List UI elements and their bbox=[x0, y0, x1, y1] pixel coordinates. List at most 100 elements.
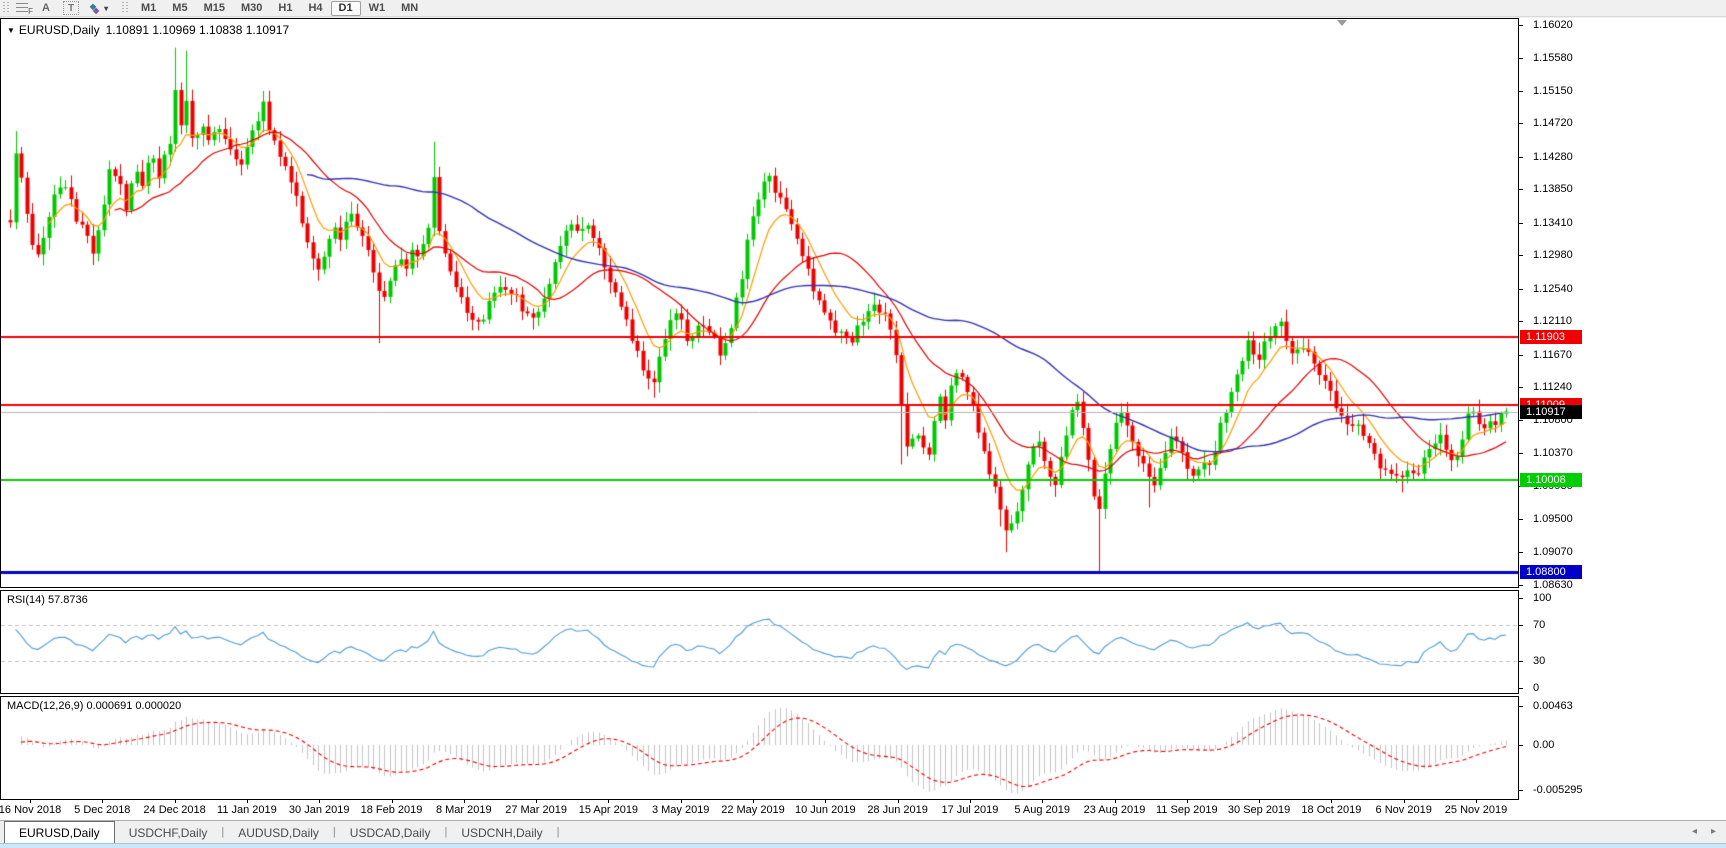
price-axis-label: 1.12110 bbox=[1533, 315, 1572, 327]
date-label: 16 Nov 2018 bbox=[0, 804, 61, 816]
date-label: 5 Aug 2019 bbox=[1014, 804, 1070, 816]
timeframe-button-m30[interactable]: M30 bbox=[233, 1, 270, 16]
tab-separator: | bbox=[557, 826, 560, 838]
date-axis-tick bbox=[608, 800, 609, 803]
tab-usdchf-daily[interactable]: USDCHF,Daily bbox=[115, 822, 222, 843]
price-axis-tick bbox=[1519, 355, 1523, 356]
price-axis-tick bbox=[1519, 519, 1523, 520]
price-axis-tick bbox=[1519, 387, 1523, 388]
date-label: 27 Mar 2019 bbox=[505, 804, 567, 816]
text-label-icon[interactable]: A bbox=[34, 1, 58, 16]
macd-axis-label: 0.00 bbox=[1533, 739, 1554, 751]
macd-chart-canvas[interactable] bbox=[1, 697, 1518, 799]
date-axis-tick bbox=[175, 800, 176, 803]
price-axis-tick bbox=[1519, 420, 1523, 421]
macd-axis-label: 0.00463 bbox=[1533, 700, 1573, 712]
toolbar-grip[interactable] bbox=[3, 2, 10, 14]
chart-symbol-period: EURUSD,Daily bbox=[19, 23, 100, 37]
price-axis-label: 1.13410 bbox=[1533, 217, 1573, 229]
date-label: 17 Jul 2019 bbox=[941, 804, 998, 816]
price-axis-label: 1.14280 bbox=[1533, 151, 1573, 163]
tab-audusd-daily[interactable]: AUDUSD,Daily bbox=[224, 822, 333, 843]
date-label: 15 Apr 2019 bbox=[579, 804, 638, 816]
timeframe-button-h4[interactable]: H4 bbox=[300, 1, 330, 16]
rsi-label: RSI(14) 57.8736 bbox=[7, 594, 88, 606]
chart-region: ▼ EURUSD,Daily 1.10891 1.10969 1.10838 1.1… bbox=[0, 18, 1726, 820]
date-axis-tick bbox=[1042, 800, 1043, 803]
price-axis-tick bbox=[1519, 223, 1523, 224]
date-label: 30 Jan 2019 bbox=[289, 804, 350, 816]
rsi-chart-canvas[interactable] bbox=[1, 591, 1518, 693]
date-axis-tick bbox=[30, 800, 31, 803]
macd-axis-tick bbox=[1519, 790, 1523, 791]
timeframe-button-h1[interactable]: H1 bbox=[270, 1, 300, 16]
price-axis-label: 1.10370 bbox=[1533, 447, 1573, 459]
tab-usdcad-daily[interactable]: USDCAD,Daily bbox=[336, 822, 445, 843]
tab-usdcnh-daily[interactable]: USDCNH,Daily bbox=[447, 822, 556, 843]
price-axis-tick bbox=[1519, 123, 1523, 124]
price-axis-tick bbox=[1519, 552, 1523, 553]
date-label: 23 Aug 2019 bbox=[1084, 804, 1146, 816]
date-axis-tick bbox=[102, 800, 103, 803]
timeframe-button-m1[interactable]: M1 bbox=[133, 1, 164, 16]
macd-panel: MACD(12,26,9) 0.000691 0.000020 bbox=[0, 696, 1519, 800]
current-price-tag: 1.10917 bbox=[1520, 405, 1582, 419]
date-axis-tick bbox=[753, 800, 754, 803]
date-axis-tick bbox=[536, 800, 537, 803]
timeframe-button-mn[interactable]: MN bbox=[393, 1, 426, 16]
price-chart-canvas[interactable] bbox=[1, 19, 1518, 587]
chart-shift-marker-icon[interactable] bbox=[1337, 20, 1347, 26]
tab-scroll-left-icon[interactable]: ◂ bbox=[1692, 826, 1697, 837]
timeframe-button-m5[interactable]: M5 bbox=[164, 1, 195, 16]
chart-ohlc-values: 1.10891 1.10969 1.10838 1.10917 bbox=[106, 23, 290, 37]
timeframe-button-w1[interactable]: W1 bbox=[361, 1, 394, 16]
price-axis-tick bbox=[1519, 25, 1523, 26]
chart-tab-bar: EURUSD,DailyUSDCHF,Daily|AUDUSD,Daily|US… bbox=[0, 820, 1726, 843]
hline-price-tag: 1.11903 bbox=[1520, 330, 1582, 344]
date-axis-tick bbox=[1404, 800, 1405, 803]
tab-scroll-right-icon[interactable]: ▸ bbox=[1711, 826, 1716, 837]
rsi-axis-label: 0 bbox=[1533, 682, 1539, 694]
text-box-icon[interactable]: T bbox=[58, 1, 84, 16]
price-axis-label: 1.08630 bbox=[1533, 579, 1573, 591]
price-axis-tick bbox=[1519, 189, 1523, 190]
date-axis[interactable]: 16 Nov 20185 Dec 201824 Dec 201811 Jan 2… bbox=[0, 800, 1726, 820]
chart-title-marker-icon[interactable]: ▼ bbox=[7, 26, 15, 35]
fibonacci-letter: F bbox=[28, 7, 33, 16]
rsi-axis-label: 70 bbox=[1533, 619, 1545, 631]
price-panel: ▼ EURUSD,Daily 1.10891 1.10969 1.10838 1.1… bbox=[0, 18, 1519, 588]
price-axis-tick bbox=[1519, 58, 1523, 59]
date-axis-tick bbox=[464, 800, 465, 803]
price-axis[interactable]: 1.160201.155801.151501.147201.142801.138… bbox=[1519, 18, 1726, 820]
status-strip bbox=[0, 843, 1726, 848]
chart-title: ▼ EURUSD,Daily 1.10891 1.10969 1.10838 1.1… bbox=[7, 23, 289, 37]
arrow-objects-icon[interactable]: ◆ ◆ ▾ bbox=[84, 1, 114, 16]
macd-axis-tick bbox=[1519, 706, 1523, 707]
date-axis-tick bbox=[1331, 800, 1332, 803]
date-label: 10 Jun 2019 bbox=[795, 804, 856, 816]
date-axis-tick bbox=[1476, 800, 1477, 803]
macd-axis-tick bbox=[1519, 745, 1523, 746]
toolbar-grip-2[interactable] bbox=[122, 2, 129, 14]
timeframe-button-d1[interactable]: D1 bbox=[331, 1, 361, 16]
date-label: 5 Dec 2018 bbox=[74, 804, 130, 816]
date-axis-tick bbox=[970, 800, 971, 803]
timeframe-toolbar: M1M5M15M30H1H4D1W1MN bbox=[133, 1, 426, 16]
fibonacci-icon[interactable]: F bbox=[14, 1, 34, 16]
date-label: 28 Jun 2019 bbox=[867, 804, 928, 816]
rsi-axis-label: 100 bbox=[1533, 592, 1551, 604]
price-axis-label: 1.11240 bbox=[1533, 381, 1572, 393]
price-axis-label: 1.09070 bbox=[1533, 546, 1573, 558]
price-axis-tick bbox=[1519, 585, 1523, 586]
price-axis-label: 1.15580 bbox=[1533, 52, 1573, 64]
date-label: 11 Jan 2019 bbox=[217, 804, 277, 816]
date-label: 18 Feb 2019 bbox=[361, 804, 423, 816]
price-axis-label: 1.13850 bbox=[1533, 183, 1573, 195]
tab-eurusd-daily[interactable]: EURUSD,Daily bbox=[4, 821, 115, 843]
date-axis-tick bbox=[1187, 800, 1188, 803]
rsi-axis-tick bbox=[1519, 688, 1523, 689]
timeframe-button-m15[interactable]: M15 bbox=[196, 1, 233, 16]
price-axis-label: 1.12980 bbox=[1533, 249, 1573, 261]
price-axis-label: 1.15150 bbox=[1533, 85, 1573, 97]
price-axis-tick bbox=[1519, 255, 1523, 256]
